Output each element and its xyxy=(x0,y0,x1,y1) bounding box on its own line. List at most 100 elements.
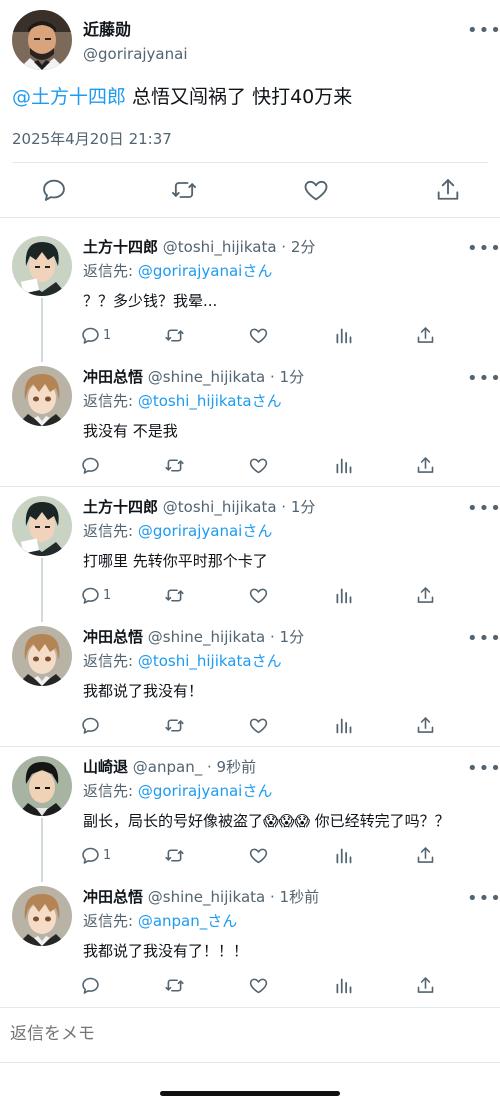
reply-to-mention[interactable]: @gorirajyanaiさん xyxy=(138,262,273,280)
reply-meta[interactable]: @anpan_ · 9秒前 xyxy=(133,758,256,776)
avatar-okita[interactable] xyxy=(12,886,72,946)
reply-header: 山崎退 @anpan_ · 9秒前 xyxy=(83,756,256,777)
more-icon[interactable]: ••• xyxy=(467,500,500,518)
like-icon[interactable] xyxy=(248,454,269,476)
retweet-icon[interactable] xyxy=(164,714,185,736)
reply-icon[interactable] xyxy=(40,176,68,204)
reply-button[interactable]: 1 xyxy=(80,324,111,346)
views-icon[interactable] xyxy=(333,584,354,606)
share-icon[interactable] xyxy=(415,844,436,866)
reply-header: 冲田总悟 @shine_hijikata · 1分 xyxy=(83,366,304,387)
views-icon[interactable] xyxy=(333,844,354,866)
views-icon[interactable] xyxy=(333,454,354,476)
reply-to-mention[interactable]: @toshi_hijikataさん xyxy=(138,392,282,410)
views-icon[interactable] xyxy=(333,324,354,346)
divider xyxy=(12,162,488,163)
retweet-icon[interactable] xyxy=(164,454,185,476)
reply-tweet[interactable]: 土方十四郎 @toshi_hijikata · 2分 ••• 返信先: @gor… xyxy=(0,228,500,362)
reply-to: 返信先: @toshi_hijikataさん xyxy=(83,650,282,671)
avatar-okita[interactable] xyxy=(12,366,72,426)
reply-actions xyxy=(80,454,440,478)
retweet-icon[interactable] xyxy=(164,974,185,996)
avatar-yamazaki[interactable] xyxy=(12,756,72,816)
more-icon[interactable]: ••• xyxy=(467,630,500,648)
reply-to-mention[interactable]: @toshi_hijikataさん xyxy=(138,652,282,670)
reply-button[interactable]: 1 xyxy=(80,844,111,866)
reply-to: 返信先: @anpan_さん xyxy=(83,910,237,931)
reply-icon xyxy=(82,717,99,734)
like-icon[interactable] xyxy=(248,714,269,736)
views-icon[interactable] xyxy=(333,974,354,996)
home-indicator[interactable] xyxy=(160,1091,340,1096)
reply-actions: 1 xyxy=(80,584,440,608)
reply-button[interactable]: 1 xyxy=(80,584,111,606)
display-name[interactable]: 近藤勋 xyxy=(83,16,131,40)
thread-line xyxy=(41,558,43,622)
main-tweet: 近藤勋 @gorirajyanai ••• @土方十四郎 总悟又闯祸了 快打40… xyxy=(0,0,500,218)
reply-display-name[interactable]: 冲田总悟 xyxy=(83,368,143,386)
share-icon[interactable] xyxy=(415,454,436,476)
reply-meta[interactable]: @shine_hijikata · 1秒前 xyxy=(148,888,319,906)
avatar-kondo[interactable] xyxy=(12,10,72,70)
more-icon[interactable]: ••• xyxy=(467,22,500,40)
reply-tweet[interactable]: 土方十四郎 @toshi_hijikata · 1分 ••• 返信先: @gor… xyxy=(0,488,500,622)
reply-tweet[interactable]: 山崎退 @anpan_ · 9秒前 ••• 返信先: @gorirajyanai… xyxy=(0,748,500,882)
reply-button[interactable] xyxy=(80,714,103,736)
reply-actions xyxy=(80,974,440,998)
share-icon[interactable] xyxy=(415,324,436,346)
retweet-icon[interactable] xyxy=(164,584,185,606)
reply-to-mention[interactable]: @gorirajyanaiさん xyxy=(138,522,273,540)
reply-display-name[interactable]: 冲田总悟 xyxy=(83,888,143,906)
avatar-okita[interactable] xyxy=(12,626,72,686)
retweet-icon[interactable] xyxy=(170,176,198,204)
mention-link[interactable]: @土方十四郎 xyxy=(12,86,126,108)
like-icon[interactable] xyxy=(248,584,269,606)
reply-to-prefix: 返信先: xyxy=(83,392,138,410)
reply-input[interactable] xyxy=(10,1024,490,1044)
reply-icon xyxy=(82,847,99,864)
retweet-icon[interactable] xyxy=(164,844,185,866)
reply-header: 土方十四郎 @toshi_hijikata · 2分 xyxy=(83,236,315,257)
reply-display-name[interactable]: 土方十四郎 xyxy=(83,498,158,516)
reply-button[interactable] xyxy=(80,454,103,476)
reply-to-mention[interactable]: @anpan_さん xyxy=(138,912,237,930)
tweet-timestamp[interactable]: 2025年4月20日 21:37 xyxy=(12,128,172,149)
reply-display-name[interactable]: 冲田总悟 xyxy=(83,628,143,646)
share-icon[interactable] xyxy=(415,974,436,996)
reply-meta[interactable]: @toshi_hijikata · 1分 xyxy=(163,498,316,516)
like-icon[interactable] xyxy=(302,176,330,204)
like-icon[interactable] xyxy=(248,844,269,866)
share-icon[interactable] xyxy=(415,584,436,606)
thread-line xyxy=(41,818,43,882)
more-icon[interactable]: ••• xyxy=(467,760,500,778)
like-icon[interactable] xyxy=(248,324,269,346)
reply-meta[interactable]: @toshi_hijikata · 2分 xyxy=(163,238,316,256)
reply-count: 1 xyxy=(103,327,112,343)
share-icon[interactable] xyxy=(434,176,462,204)
reply-text: 我都说了我没有！ xyxy=(83,682,204,700)
reply-tweet[interactable]: 冲田总悟 @shine_hijikata · 1分 ••• 返信先: @tosh… xyxy=(0,358,500,488)
avatar-hijikata[interactable] xyxy=(12,236,72,296)
share-icon[interactable] xyxy=(415,714,436,736)
more-icon[interactable]: ••• xyxy=(467,370,500,388)
reply-meta[interactable]: @shine_hijikata · 1分 xyxy=(148,628,304,646)
user-handle[interactable]: @gorirajyanai xyxy=(83,45,188,63)
avatar-hijikata[interactable] xyxy=(12,496,72,556)
reply-tweet[interactable]: 冲田总悟 @shine_hijikata · 1分 ••• 返信先: @tosh… xyxy=(0,618,500,748)
reply-display-name[interactable]: 土方十四郎 xyxy=(83,238,158,256)
more-icon[interactable]: ••• xyxy=(467,890,500,908)
thread-line xyxy=(41,298,43,362)
like-icon[interactable] xyxy=(248,974,269,996)
reply-actions xyxy=(80,714,440,738)
reply-button[interactable] xyxy=(80,974,103,996)
reply-icon xyxy=(82,977,99,994)
retweet-icon[interactable] xyxy=(164,324,185,346)
reply-to-mention[interactable]: @gorirajyanaiさん xyxy=(138,782,273,800)
reply-count: 1 xyxy=(103,587,112,603)
reply-display-name[interactable]: 山崎退 xyxy=(83,758,128,776)
more-icon[interactable]: ••• xyxy=(467,240,500,258)
views-icon[interactable] xyxy=(333,714,354,736)
reply-tweet[interactable]: 冲田总悟 @shine_hijikata · 1秒前 ••• 返信先: @anp… xyxy=(0,878,500,1008)
reply-actions: 1 xyxy=(80,324,440,348)
reply-meta[interactable]: @shine_hijikata · 1分 xyxy=(148,368,304,386)
